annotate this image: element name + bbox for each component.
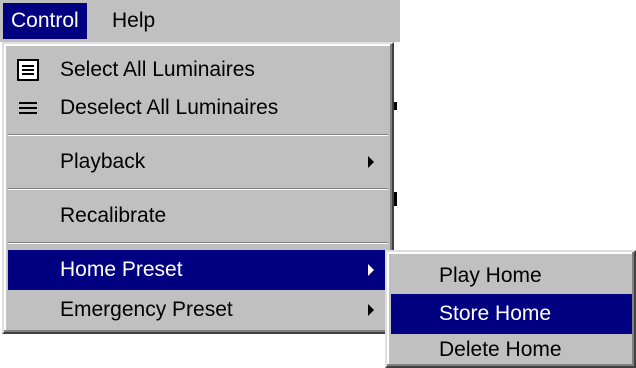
menu-item-play-home[interactable]: Play Home bbox=[391, 256, 632, 296]
menu-item-label: Select All Luminaires bbox=[60, 58, 255, 81]
menu-item-recalibrate[interactable]: Recalibrate bbox=[8, 196, 388, 236]
menu-item-label: Delete Home bbox=[439, 338, 562, 361]
control-menu: Select All Luminaires Deselect All Lumin… bbox=[2, 42, 394, 334]
menu-item-store-home[interactable]: Store Home bbox=[391, 294, 632, 334]
background-fragment bbox=[394, 102, 397, 110]
menu-item-label: Home Preset bbox=[60, 258, 183, 281]
menu-item-label: Deselect All Luminaires bbox=[60, 96, 279, 119]
menu-separator bbox=[8, 134, 388, 136]
menu-separator bbox=[8, 242, 388, 244]
select-all-icon bbox=[17, 59, 39, 81]
background-fragment bbox=[394, 192, 397, 206]
menu-item-label: Recalibrate bbox=[60, 204, 167, 227]
submenu-arrow-icon bbox=[368, 264, 374, 276]
menu-separator bbox=[8, 188, 388, 190]
submenu-arrow-icon bbox=[368, 156, 374, 168]
menu-item-deselect-all-luminaires[interactable]: Deselect All Luminaires bbox=[8, 88, 388, 128]
menu-item-label: Playback bbox=[60, 150, 146, 173]
menu-item-select-all-luminaires[interactable]: Select All Luminaires bbox=[8, 50, 388, 90]
submenu-arrow-icon bbox=[368, 304, 374, 316]
menu-item-delete-home[interactable]: Delete Home bbox=[391, 330, 632, 368]
menu-item-label: Emergency Preset bbox=[60, 298, 233, 321]
menu-item-emergency-preset[interactable]: Emergency Preset bbox=[8, 290, 388, 330]
menu-item-label: Store Home bbox=[439, 302, 552, 325]
menu-control[interactable]: Control bbox=[3, 3, 87, 39]
menu-item-playback[interactable]: Playback bbox=[8, 142, 388, 182]
menu-help[interactable]: Help bbox=[104, 3, 163, 39]
deselect-all-icon bbox=[19, 102, 37, 114]
menu-help-label: Help bbox=[112, 9, 156, 32]
home-preset-submenu: Play Home Store Home Delete Home bbox=[385, 250, 636, 368]
menu-control-label: Control bbox=[11, 9, 79, 32]
menu-item-label: Play Home bbox=[439, 264, 542, 287]
menu-bar: Control Help bbox=[0, 0, 400, 42]
menu-item-home-preset[interactable]: Home Preset bbox=[8, 250, 388, 290]
